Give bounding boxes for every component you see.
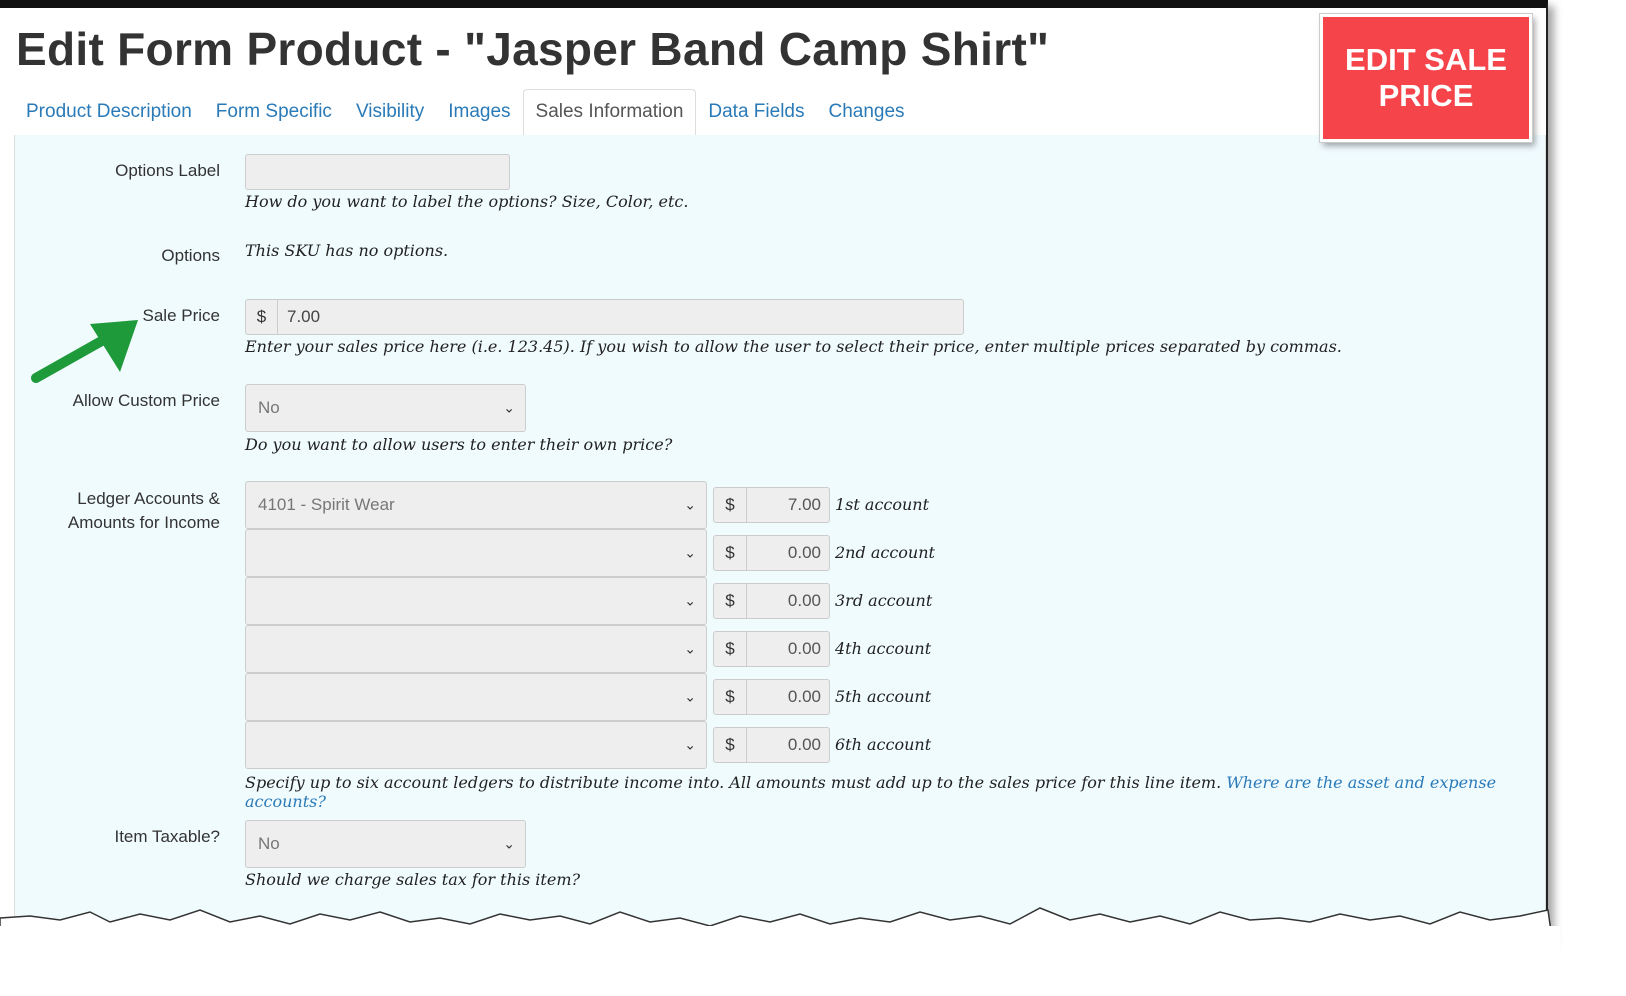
edit-sale-price-callout: EDIT SALE PRICE — [1320, 14, 1532, 142]
ledger-account-label-1: 1st account — [835, 495, 930, 514]
ledger-currency-1: $ — [713, 487, 747, 523]
ledger-currency-3: $ — [713, 583, 747, 619]
ledger-account-select-2[interactable]: ⌄ — [245, 529, 707, 577]
chevron-down-icon: ⌄ — [684, 592, 696, 609]
sale-price-help: Enter your sales price here (i.e. 123.45… — [245, 337, 1342, 356]
tab-sales-information[interactable]: Sales Information — [522, 89, 697, 136]
ledger-help: Specify up to six account ledgers to dis… — [245, 773, 1546, 811]
ledger-label-line2: Amounts for Income — [67, 513, 220, 532]
options-label-input[interactable] — [245, 154, 510, 190]
tab-bar: Product Description Form Specific Visibi… — [14, 87, 1546, 136]
ledger-account-label-5: 5th account — [835, 687, 932, 706]
item-taxable-help: Should we charge sales tax for this item… — [245, 870, 581, 889]
ledger-account-select-5[interactable]: ⌄ — [245, 673, 707, 721]
allow-custom-price-label: Allow Custom Price — [72, 391, 220, 410]
item-taxable-value: No — [258, 834, 280, 853]
arrow-icon — [31, 320, 138, 383]
ledger-account-label-6: 6th account — [835, 735, 932, 754]
sale-price-label: Sale Price — [142, 306, 220, 325]
allow-custom-price-select[interactable]: No ⌄ — [245, 384, 526, 432]
tab-data-fields[interactable]: Data Fields — [696, 90, 816, 135]
ledger-amount-input-6[interactable]: 0.00 — [747, 727, 830, 763]
item-taxable-select[interactable]: No ⌄ — [245, 820, 526, 868]
ledger-account-select-6[interactable]: ⌄ — [245, 721, 707, 769]
options-text: This SKU has no options. — [245, 241, 449, 260]
ledger-amount-input-5[interactable]: 0.00 — [747, 679, 830, 715]
tab-visibility[interactable]: Visibility — [344, 90, 436, 135]
ledger-account-value: 4101 - Spirit Wear — [258, 495, 395, 514]
ledger-currency-6: $ — [713, 727, 747, 763]
ledger-currency-5: $ — [713, 679, 747, 715]
tab-form-specific[interactable]: Form Specific — [204, 90, 344, 135]
options-label-label: Options Label — [115, 161, 220, 180]
ledger-amount-input-1[interactable]: 7.00 — [747, 487, 830, 523]
ledger-label-line1: Ledger Accounts & — [77, 489, 220, 508]
chevron-down-icon: ⌄ — [684, 736, 696, 753]
ledger-account-select-1[interactable]: 4101 - Spirit Wear ⌄ — [245, 481, 707, 529]
sale-price-currency: $ — [245, 299, 278, 335]
ledger-help-text: Specify up to six account ledgers to dis… — [245, 773, 1222, 792]
ledger-account-label-2: 2nd account — [835, 543, 935, 562]
ledger-amount-input-2[interactable]: 0.00 — [747, 535, 830, 571]
ledger-account-select-3[interactable]: ⌄ — [245, 577, 707, 625]
ledger-account-label-3: 3rd account — [835, 591, 933, 610]
chevron-down-icon: ⌄ — [684, 640, 696, 657]
tab-images[interactable]: Images — [436, 90, 522, 135]
chevron-down-icon: ⌄ — [684, 496, 696, 513]
allow-custom-price-value: No — [258, 398, 280, 417]
ledger-amount-input-4[interactable]: 0.00 — [747, 631, 830, 667]
sale-price-input[interactable]: 7.00 — [277, 299, 964, 335]
screenshot-frame: Edit Form Product - "Jasper Band Camp Sh… — [0, 0, 1548, 940]
chevron-down-icon: ⌄ — [684, 688, 696, 705]
ledger-currency-4: $ — [713, 631, 747, 667]
ledger-account-label-4: 4th account — [835, 639, 932, 658]
ledger-currency-2: $ — [713, 535, 747, 571]
chevron-down-icon: ⌄ — [684, 544, 696, 561]
options-label: Options — [161, 246, 220, 265]
page-title: Edit Form Product - "Jasper Band Camp Sh… — [16, 23, 1050, 75]
tab-changes[interactable]: Changes — [817, 90, 917, 135]
allow-custom-price-help: Do you want to allow users to enter thei… — [245, 435, 673, 454]
chevron-down-icon: ⌄ — [503, 399, 515, 416]
item-taxable-label: Item Taxable? — [114, 827, 220, 846]
chevron-down-icon: ⌄ — [503, 835, 515, 852]
tab-product-description[interactable]: Product Description — [14, 90, 204, 135]
torn-edge-decoration — [0, 907, 1560, 996]
options-label-help: How do you want to label the options? Si… — [245, 192, 689, 211]
ledger-amount-input-3[interactable]: 0.00 — [747, 583, 830, 619]
ledger-account-select-4[interactable]: ⌄ — [245, 625, 707, 673]
